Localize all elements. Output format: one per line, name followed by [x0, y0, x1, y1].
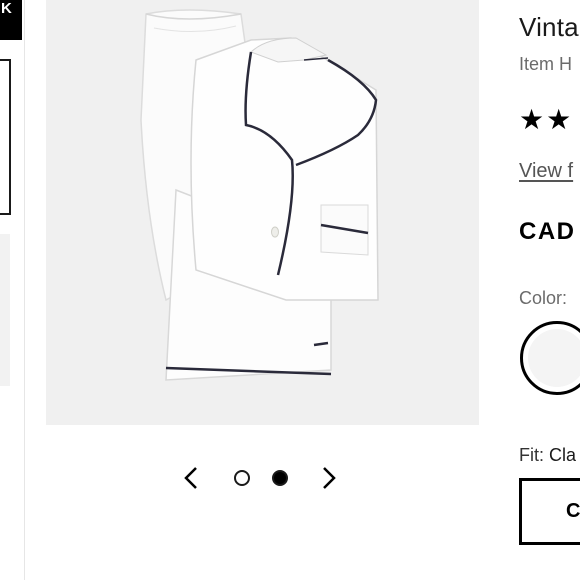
swatch-fill — [528, 329, 580, 387]
thumbnail-selected[interactable] — [0, 59, 11, 215]
item-number: Item H — [519, 54, 573, 74]
fit-value: Cla — [549, 445, 577, 465]
carousel-dot-2[interactable] — [272, 470, 288, 486]
fit-option-button[interactable]: Cl — [519, 478, 580, 545]
chevron-right-icon — [323, 467, 336, 489]
back-button[interactable]: K — [0, 0, 22, 40]
rail-divider — [24, 0, 25, 580]
carousel-dot-1[interactable] — [234, 470, 250, 486]
product-image — [46, 0, 479, 425]
image-carousel — [180, 460, 345, 496]
chevron-left-icon — [184, 467, 197, 489]
view-details-link[interactable]: View f — [519, 160, 573, 183]
next-image-button[interactable] — [316, 464, 340, 492]
fit-key: Fit: — [519, 445, 544, 465]
product-title: Vinta — [519, 12, 579, 42]
thumbnail-secondary[interactable] — [0, 234, 10, 386]
color-label: Color: — [519, 288, 568, 308]
product-details-panel: Vinta Item H ★★ View f CAD Color: Fit: C… — [519, 0, 580, 580]
color-swatch-white[interactable] — [520, 321, 580, 395]
back-label: K — [1, 0, 12, 17]
rating-stars: ★★ — [519, 104, 574, 135]
prev-image-button[interactable] — [180, 464, 204, 492]
price: CAD — [519, 218, 576, 245]
fit-label: Fit: Cla — [519, 445, 576, 466]
pajama-illustration — [140, 9, 379, 381]
